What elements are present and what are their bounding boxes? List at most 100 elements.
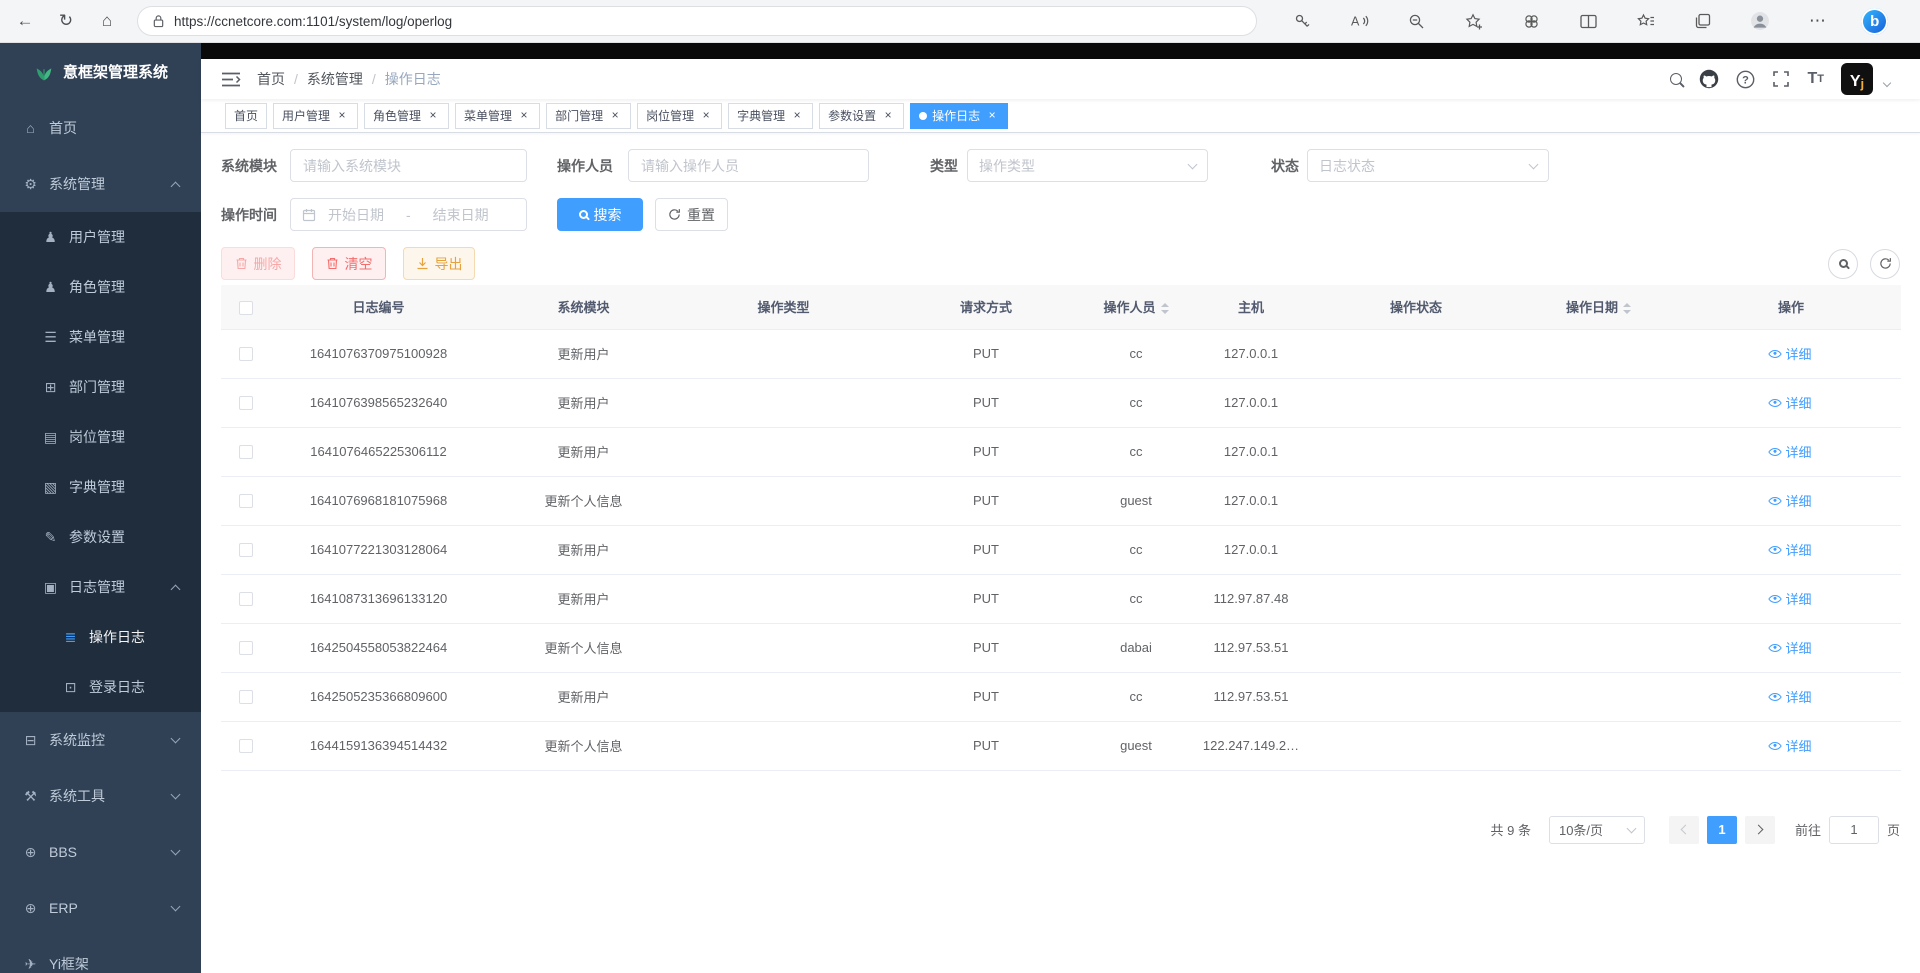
help-icon[interactable]: ? [1736, 70, 1755, 89]
detail-link[interactable]: 详细 [1770, 491, 1811, 510]
daterange-input[interactable]: 开始日期 - 结束日期 [290, 198, 527, 231]
browser-back-button[interactable]: ← [9, 5, 41, 37]
close-icon[interactable]: × [881, 109, 895, 123]
sidebar-item-erp[interactable]: ⊕ERP [0, 880, 201, 936]
sidebar-item-home[interactable]: ⌂首页 [0, 100, 201, 156]
close-icon[interactable]: × [335, 109, 349, 123]
detail-link[interactable]: 详细 [1770, 589, 1811, 608]
extensions-icon[interactable] [1515, 5, 1547, 37]
next-page-button[interactable] [1745, 816, 1775, 844]
add-favorite-icon[interactable] [1458, 5, 1490, 37]
reset-button[interactable]: 重置 [655, 198, 728, 231]
type-select[interactable]: 操作类型 [967, 149, 1208, 182]
close-icon[interactable]: × [608, 109, 622, 123]
page-size-select[interactable]: 10条/页 [1549, 816, 1645, 844]
goto-page-input[interactable] [1829, 816, 1879, 844]
hamburger-icon[interactable] [221, 71, 241, 88]
favorites-icon[interactable] [1630, 5, 1662, 37]
row-checkbox[interactable] [239, 543, 253, 557]
column-header-op_date[interactable]: 操作日期 [1516, 285, 1681, 329]
sidebar-item-user-management[interactable]: ♟用户管理 [0, 212, 201, 262]
detail-link[interactable]: 详细 [1770, 540, 1811, 559]
password-key-icon[interactable] [1286, 5, 1318, 37]
font-size-icon[interactable]: TT [1807, 70, 1824, 88]
sort-carets[interactable] [1623, 303, 1631, 314]
sort-carets[interactable] [1161, 303, 1169, 314]
tab-role-management[interactable]: 角色管理× [364, 103, 449, 129]
breadcrumb-item[interactable]: 系统管理 [307, 69, 363, 89]
close-icon[interactable]: × [517, 109, 531, 123]
address-bar[interactable]: https://ccnetcore.com:1101/system/log/op… [137, 6, 1257, 36]
detail-link[interactable]: 详细 [1770, 344, 1811, 363]
row-checkbox[interactable] [239, 641, 253, 655]
tab-param-settings[interactable]: 参数设置× [819, 103, 904, 129]
sidebar-item-system-tools[interactable]: ⚒系统工具 [0, 768, 201, 824]
row-checkbox[interactable] [239, 445, 253, 459]
chevron-down-icon[interactable] [1883, 79, 1891, 87]
sidebar-item-post-management[interactable]: ▤岗位管理 [0, 412, 201, 462]
column-header-operator[interactable]: 操作人员 [1086, 285, 1186, 329]
export-button[interactable]: 导出 [403, 247, 475, 280]
read-aloud-icon[interactable]: A [1344, 5, 1376, 37]
sidebar-item-log-management[interactable]: ▣日志管理 [0, 562, 201, 612]
sidebar-item-system-management[interactable]: ⚙系统管理 [0, 156, 201, 212]
collections-icon[interactable] [1687, 5, 1719, 37]
browser-home-button[interactable]: ⌂ [91, 5, 123, 37]
close-icon[interactable]: × [426, 109, 440, 123]
select-all-checkbox[interactable] [239, 301, 253, 315]
tab-user-management[interactable]: 用户管理× [273, 103, 358, 129]
table-refresh-button[interactable] [1870, 249, 1900, 279]
detail-link[interactable]: 详细 [1770, 687, 1811, 706]
tab-dept-management[interactable]: 部门管理× [546, 103, 631, 129]
tab-dict-management[interactable]: 字典管理× [728, 103, 813, 129]
sidebar-item-param-settings[interactable]: ✎参数设置 [0, 512, 201, 562]
tab-post-management[interactable]: 岗位管理× [637, 103, 722, 129]
browser-refresh-button[interactable]: ↻ [50, 5, 82, 37]
close-icon[interactable]: × [985, 109, 999, 123]
row-checkbox[interactable] [239, 396, 253, 410]
page-number-1[interactable]: 1 [1707, 816, 1737, 844]
zoom-out-icon[interactable] [1401, 5, 1433, 37]
detail-link[interactable]: 详细 [1770, 393, 1811, 412]
row-checkbox[interactable] [239, 690, 253, 704]
close-icon[interactable]: × [790, 109, 804, 123]
row-checkbox[interactable] [239, 347, 253, 361]
sidebar-item-dict-management[interactable]: ▧字典管理 [0, 462, 201, 512]
fullscreen-icon[interactable] [1772, 70, 1790, 88]
sidebar-item-yi-framework[interactable]: ✈Yi框架 [0, 936, 201, 973]
sidebar-item-dept-management[interactable]: ⊞部门管理 [0, 362, 201, 412]
search-icon[interactable] [1670, 73, 1682, 85]
row-checkbox[interactable] [239, 494, 253, 508]
github-icon[interactable] [1699, 69, 1719, 89]
breadcrumb-item[interactable]: 首页 [257, 69, 285, 89]
sidebar-item-operation-log[interactable]: ≣操作日志 [0, 612, 201, 662]
user-avatar[interactable]: Yj [1841, 63, 1873, 95]
detail-link[interactable]: 详细 [1770, 638, 1811, 657]
tab-menu-management[interactable]: 菜单管理× [455, 103, 540, 129]
sidebar-item-system-monitor[interactable]: ⊟系统监控 [0, 712, 201, 768]
tab-operation-log[interactable]: 操作日志× [910, 103, 1008, 129]
search-button[interactable]: 搜索 [557, 198, 643, 231]
browser-profile-avatar[interactable] [1744, 5, 1776, 37]
sidebar-item-bbs[interactable]: ⊕BBS [0, 824, 201, 880]
module-input[interactable] [290, 149, 527, 182]
copilot-icon[interactable]: b [1859, 5, 1891, 37]
split-screen-icon[interactable] [1573, 5, 1605, 37]
operator-input[interactable] [628, 149, 869, 182]
clear-button[interactable]: 清空 [312, 247, 386, 280]
sidebar-item-menu-management[interactable]: ☰菜单管理 [0, 312, 201, 362]
prev-page-button[interactable] [1669, 816, 1699, 844]
detail-link[interactable]: 详细 [1770, 442, 1811, 461]
row-checkbox[interactable] [239, 739, 253, 753]
detail-link[interactable]: 详细 [1770, 736, 1811, 755]
sidebar-item-login-log[interactable]: ⊡登录日志 [0, 662, 201, 712]
sidebar-item-role-management[interactable]: ♟角色管理 [0, 262, 201, 312]
refresh-icon [1879, 257, 1892, 270]
row-checkbox[interactable] [239, 592, 253, 606]
close-icon[interactable]: × [699, 109, 713, 123]
status-select[interactable]: 日志状态 [1307, 149, 1549, 182]
browser-menu-icon[interactable]: ⋯ [1802, 5, 1834, 37]
table-search-button[interactable] [1828, 249, 1858, 279]
tab-home[interactable]: 首页 [225, 103, 267, 129]
delete-button[interactable]: 删除 [221, 247, 295, 280]
